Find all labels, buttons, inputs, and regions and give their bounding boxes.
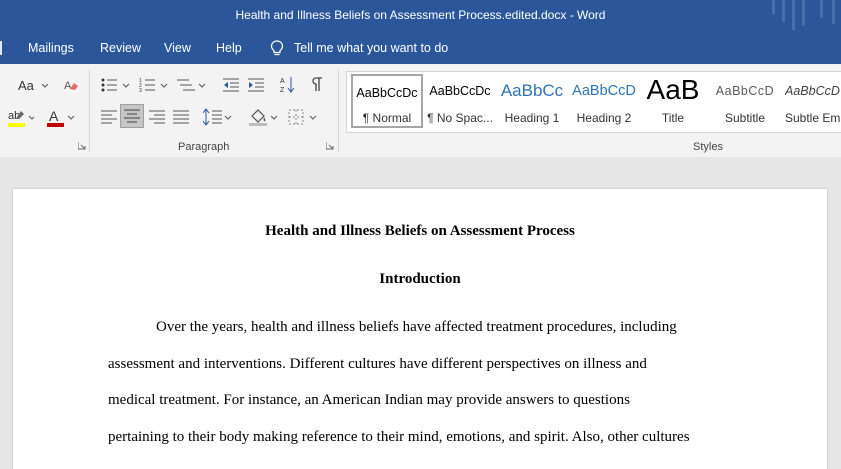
body-line: assessment and interventions. Different … [108,356,647,372]
align-left-icon [101,110,117,124]
justify-icon [173,110,189,124]
style-sample: AaBbCc [500,81,564,100]
svg-text:A: A [49,108,59,124]
style-name: Heading 1 [504,111,560,125]
dialog-launcher-icon[interactable] [326,142,334,150]
font-color-icon: A [47,108,75,127]
style-sample: AaBbCcDc [356,86,418,100]
style-sample: AaBbCcD [572,83,636,99]
style-sample: AaBbCcD [715,84,775,98]
font-dialog-launcher-icon[interactable] [78,142,86,150]
align-center-icon [124,109,140,123]
borders-icon [288,109,317,125]
style-name: ¶ No Spac... [427,111,493,125]
style-normal[interactable]: AaBbCcDc ¶ Normal [351,74,423,128]
svg-text:A: A [280,78,285,85]
align-left-button[interactable] [101,110,117,124]
pilcrow-icon [312,77,322,91]
style-name: Subtitle [724,111,766,125]
document-page[interactable]: Health and Illness Beliefs on Assessment… [13,189,827,469]
tell-me-label: Tell me what you want to do [294,41,449,55]
line-spacing-button[interactable] [203,108,233,126]
tab-help[interactable]: Help [216,41,242,55]
increase-indent-icon [248,78,264,92]
tab-mailings[interactable]: Mailings [28,41,74,55]
group-separator [338,70,339,152]
paragraph-group-label: Paragraph [178,141,230,153]
increase-indent-button[interactable] [248,77,264,93]
tab-review[interactable]: Review [100,41,141,55]
style-subtitle[interactable]: AaBbCcD Subtitle [709,74,781,128]
style-sample: AaBbCcD [785,84,840,98]
section-heading: Introduction [379,271,461,287]
sort-button[interactable]: A Z [280,76,296,94]
shading-button[interactable] [249,107,279,127]
svg-text:A: A [64,80,72,92]
chevron-down-icon [41,84,48,88]
paint-bucket-icon [249,109,278,126]
highlighter-icon: ab [8,110,34,127]
style-heading-1[interactable]: AaBbCc Heading 1 [496,74,568,128]
window-title: Health and Illness Beliefs on Assessment… [235,8,606,22]
ribbon-tab-bar: Mailings Review View Help Tell me what y… [0,32,841,64]
style-name: ¶ Normal [362,111,412,125]
style-title[interactable]: AaB Title [637,74,709,128]
style-heading-2[interactable]: AaBbCcD Heading 2 [568,74,640,128]
ribbon: Aa A ab A 1 2 3 A Z Paragraph AaBbCcDc ¶… [0,64,841,158]
eraser-icon: A [64,80,78,92]
style-name: Title [661,111,685,125]
body-line: Over the years, health and illness belie… [156,319,677,335]
tab-overflow-edge[interactable] [0,41,5,55]
style-no-spacing[interactable]: AaBbCcDc ¶ No Spac... [424,74,496,128]
bullet-list-icon [101,78,130,92]
svg-text:3: 3 [139,88,142,93]
body-line: medical treatment. For instance, an Amer… [108,392,630,408]
document-title: Health and Illness Beliefs on Assessment… [265,223,575,239]
multilevel-list-button[interactable] [177,77,207,93]
change-case-button[interactable]: Aa [18,78,48,93]
document-area: Health and Illness Beliefs on Assessment… [0,157,841,469]
style-subtle-emphasis[interactable]: AaBbCcD Subtle Em... [781,74,841,128]
decrease-indent-icon [223,78,239,92]
styles-group-label: Styles [693,141,723,153]
bullets-button[interactable] [101,77,131,93]
group-separator [89,70,90,152]
borders-button[interactable] [288,108,318,126]
multilevel-list-icon [177,79,206,91]
highlight-color-button[interactable]: ab [8,108,34,128]
font-color-button[interactable]: A [47,108,75,128]
lightbulb-icon [270,40,284,56]
style-sample: AaB [646,74,700,105]
numbering-button[interactable]: 1 2 3 [139,77,169,93]
decrease-indent-button[interactable] [223,77,239,93]
align-right-button[interactable] [149,110,165,124]
svg-text:Z: Z [280,87,285,94]
justify-button[interactable] [173,110,189,124]
align-center-button[interactable] [120,104,144,128]
tell-me-search[interactable]: Tell me what you want to do [270,40,448,56]
style-name: Heading 2 [576,111,632,125]
tab-view[interactable]: View [164,41,191,55]
align-right-icon [149,110,165,124]
show-formatting-button[interactable] [311,76,323,92]
body-line: pertaining to their body making referenc… [108,429,690,445]
styles-gallery: AaBbCcDc ¶ Normal AaBbCcDc ¶ No Spac... … [346,71,841,133]
change-case-label: Aa [18,78,34,93]
line-spacing-icon [203,108,232,126]
style-sample: AaBbCcDc [429,84,491,98]
title-bar: Health and Illness Beliefs on Assessment… [0,0,841,32]
clear-formatting-button[interactable]: A [63,77,79,93]
numbered-list-icon: 1 2 3 [139,78,168,93]
sort-az-icon: A Z [280,77,295,94]
style-name: Subtle Em... [785,111,841,125]
